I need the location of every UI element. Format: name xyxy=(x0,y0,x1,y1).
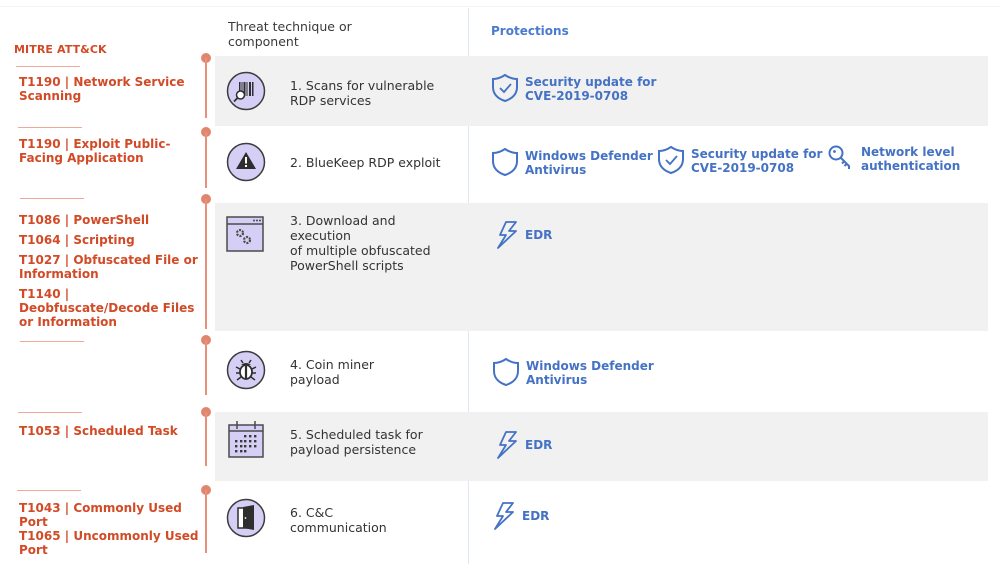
bug-icon xyxy=(226,350,266,390)
protection-line: Network level xyxy=(861,145,955,159)
mitre-technique: T1027 | Obfuscated File or Information xyxy=(19,253,198,281)
timeline-segment xyxy=(205,199,207,329)
protection-edr: EDR xyxy=(494,430,552,460)
timeline-segment xyxy=(205,132,207,188)
barcode-scan-icon xyxy=(226,71,266,111)
protection-label: Windows Defender Antivirus xyxy=(525,149,653,177)
timeline-segment xyxy=(205,412,207,466)
shield-check-icon xyxy=(492,73,518,103)
key-icon xyxy=(828,145,850,169)
step-line: 4. Coin miner xyxy=(290,357,375,372)
protection-line: CVE-2019-0708 xyxy=(691,161,795,175)
timeline-segment xyxy=(205,340,207,395)
mitre-technique: T1043 | Commonly Used Port xyxy=(19,501,182,529)
open-door-icon xyxy=(226,498,266,538)
lightning-icon xyxy=(497,431,517,459)
protection-label: Network level authentication xyxy=(861,145,960,173)
mitre-attack-heading: MITRE ATT&CK xyxy=(14,43,107,56)
protection-line: Security update for xyxy=(691,147,823,161)
protection-windows-defender: Windows Defender Antivirus xyxy=(492,357,654,387)
step-line: 5. Scheduled task for xyxy=(290,427,423,442)
shield-check-icon xyxy=(658,145,684,175)
step-line: 3. Download and execution xyxy=(290,213,396,243)
step-line: PowerShell scripts xyxy=(290,258,404,273)
protection-label: Security update for CVE-2019-0708 xyxy=(525,75,656,103)
step-line: 6. C&C xyxy=(290,505,334,520)
mitre-technique: T1140 | Deobfuscate/Decode Files or Info… xyxy=(19,287,195,329)
mitre-divider xyxy=(20,198,84,199)
protection-network-level-auth: Network level authentication xyxy=(827,143,960,173)
lightning-icon xyxy=(494,502,514,530)
protection-label: EDR xyxy=(522,509,550,523)
protection-security-update: Security update for CVE-2019-0708 xyxy=(657,145,822,175)
shield-icon xyxy=(493,357,519,387)
protection-edr: EDR xyxy=(491,501,549,531)
mitre-divider xyxy=(20,341,84,342)
mitre-divider xyxy=(18,127,82,128)
step-4-label: 4. Coin miner payload xyxy=(290,357,460,387)
protection-line: Windows Defender xyxy=(525,149,653,163)
step-3-label: 3. Download and execution of multiple ob… xyxy=(290,213,460,273)
mitre-divider xyxy=(17,490,81,491)
step-line: payload xyxy=(290,372,340,387)
mitre-group-5: T1053 | Scheduled Task xyxy=(19,424,199,444)
protection-label: EDR xyxy=(525,438,553,452)
step-line: payload persistence xyxy=(290,442,417,457)
step-line: 1. Scans for vulnerable xyxy=(290,78,435,93)
step-2-label: 2. BlueKeep RDP exploit xyxy=(290,155,460,170)
protection-label: Windows Defender Antivirus xyxy=(526,359,654,387)
heading-line: Threat technique or xyxy=(228,19,352,34)
mitre-divider xyxy=(16,66,80,67)
mitre-technique: T1064 | Scripting xyxy=(19,233,135,247)
step-line: of multiple obfuscated xyxy=(290,243,431,258)
warning-icon xyxy=(226,142,266,182)
step-line: communication xyxy=(290,520,387,535)
protection-line: Security update for xyxy=(525,75,657,89)
step-6-label: 6. C&C communication xyxy=(290,505,460,535)
mitre-group-2: T1190 | Exploit Public-Facing Applicatio… xyxy=(19,137,199,171)
protection-edr: EDR xyxy=(494,220,552,250)
mitre-technique: T1053 | Scheduled Task xyxy=(19,424,178,438)
heading-line: component xyxy=(228,34,299,49)
mitre-technique: T1065 | Uncommonly Used Port xyxy=(19,529,199,557)
protection-label: EDR xyxy=(525,228,553,242)
protection-line: Antivirus xyxy=(525,163,587,177)
mitre-technique: T1086 | PowerShell xyxy=(19,213,150,227)
protection-windows-defender: Windows Defender Antivirus xyxy=(491,147,653,177)
script-window-gears-icon xyxy=(226,216,264,252)
step-line: 2. BlueKeep RDP exploit xyxy=(290,155,441,170)
mitre-divider xyxy=(18,412,82,413)
threat-technique-heading: Threat technique or component xyxy=(228,19,428,49)
mitre-group-6: T1043 | Commonly Used Port T1065 | Uncom… xyxy=(19,501,199,563)
timeline-segment xyxy=(205,58,207,118)
step-1-label: 1. Scans for vulnerable RDP services xyxy=(290,78,460,108)
mitre-technique: T1190 | Network Service Scanning xyxy=(19,75,185,103)
mitre-group-3: T1086 | PowerShell T1064 | Scripting T10… xyxy=(19,213,199,335)
protection-security-update: Security update for CVE-2019-0708 xyxy=(491,73,656,103)
calendar-icon xyxy=(228,421,264,458)
timeline-segment xyxy=(205,490,207,553)
step-line: RDP services xyxy=(290,93,372,108)
protection-label: Security update for CVE-2019-0708 xyxy=(691,147,822,175)
mitre-group-1: T1190 | Network Service Scanning xyxy=(19,75,199,109)
protection-line: Antivirus xyxy=(526,373,588,387)
protection-line: Windows Defender xyxy=(526,359,654,373)
mitre-technique: T1190 | Exploit Public-Facing Applicatio… xyxy=(19,137,171,165)
protection-line: authentication xyxy=(861,159,961,173)
protection-line: CVE-2019-0708 xyxy=(525,89,629,103)
protections-heading: Protections xyxy=(491,24,569,38)
top-rule xyxy=(0,6,1000,7)
shield-icon xyxy=(492,147,518,177)
lightning-icon xyxy=(497,221,517,249)
step-5-label: 5. Scheduled task for payload persistenc… xyxy=(290,427,460,457)
